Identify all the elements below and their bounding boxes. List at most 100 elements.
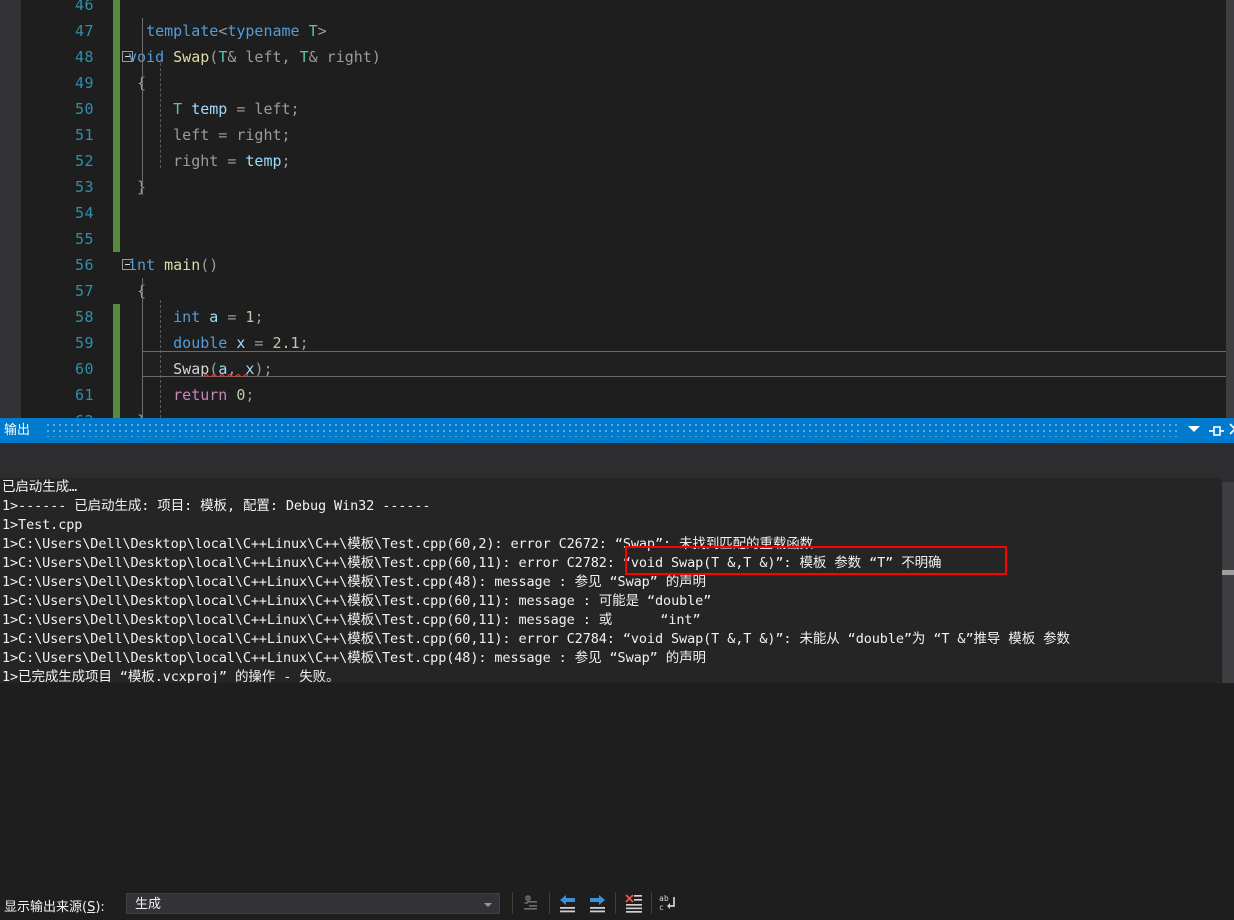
output-line[interactable]: 1>C:\Users\Dell\Desktop\local\C++Linux\C… bbox=[2, 630, 1070, 649]
code-line[interactable]: 49 { bbox=[21, 70, 1226, 96]
svg-text:c: c bbox=[659, 903, 664, 912]
code-text: int a = 1; bbox=[173, 308, 264, 326]
visual-studio-window: 46 47 template<typename T> 48 void Swap(T& … bbox=[0, 0, 1234, 915]
toggle-word-wrap-button[interactable]: ab c bbox=[656, 892, 680, 915]
code-text: } bbox=[128, 408, 146, 418]
output-line[interactable]: 1>已完成生成项目 “模板.vcxproj” 的操作 - 失败。 bbox=[2, 668, 1070, 683]
line-number: 48 bbox=[74, 48, 94, 66]
toolbar-separator bbox=[549, 892, 550, 914]
change-bar bbox=[113, 382, 120, 408]
code-text: int main() bbox=[128, 256, 219, 274]
change-bar bbox=[113, 96, 120, 122]
code-line[interactable]: 58 int a = 1; bbox=[21, 304, 1226, 330]
code-line[interactable]: 51 left = right; bbox=[21, 122, 1226, 148]
go-to-source-button[interactable] bbox=[518, 892, 542, 915]
output-source-value: 生成 bbox=[135, 897, 162, 912]
code-line[interactable]: 53 } bbox=[21, 174, 1226, 200]
red-highlight-box bbox=[625, 546, 1007, 575]
line-number: 46 bbox=[74, 0, 94, 14]
output-scrollbar-thumb[interactable] bbox=[1222, 570, 1234, 575]
fold-guide-line-swap bbox=[142, 25, 143, 195]
toolbar-separator bbox=[512, 892, 513, 914]
output-line[interactable]: 已启动生成… bbox=[2, 478, 1070, 497]
code-line[interactable]: 56 int main() bbox=[21, 252, 1226, 278]
output-window-dropdown-button[interactable] bbox=[1188, 426, 1200, 432]
code-line[interactable]: 57 { bbox=[21, 278, 1226, 304]
change-bar bbox=[113, 122, 120, 148]
code-text: left = right; bbox=[128, 126, 291, 144]
change-bar bbox=[113, 148, 120, 174]
change-bar bbox=[113, 0, 120, 18]
editor-left-margin bbox=[0, 0, 21, 418]
code-text: void Swap(T& left, T& right) bbox=[128, 48, 381, 66]
toolbar-separator bbox=[615, 892, 616, 914]
line-number: 50 bbox=[74, 100, 94, 118]
change-bar bbox=[113, 70, 120, 96]
change-bar bbox=[113, 44, 120, 70]
error-squiggle-icon bbox=[204, 373, 248, 377]
clear-output-button[interactable] bbox=[622, 892, 646, 915]
current-line-highlight bbox=[142, 351, 1234, 377]
editor-vertical-scrollbar[interactable] bbox=[1226, 0, 1234, 418]
fold-guide-stub-a bbox=[142, 18, 143, 26]
find-next-message-button[interactable] bbox=[586, 892, 610, 915]
line-number: 53 bbox=[74, 178, 94, 196]
change-bar bbox=[113, 200, 120, 226]
line-number: 59 bbox=[74, 334, 94, 352]
line-number: 49 bbox=[74, 74, 94, 92]
output-window-close-button[interactable] bbox=[1229, 423, 1234, 437]
line-number: 55 bbox=[74, 230, 94, 248]
code-text: { bbox=[128, 282, 147, 300]
code-line[interactable]: 62 } bbox=[21, 408, 1226, 418]
code-line[interactable]: 50 T temp = left; bbox=[21, 96, 1226, 122]
line-number: 58 bbox=[74, 308, 94, 326]
output-scrollbar-top-cap bbox=[1222, 478, 1234, 482]
change-bar bbox=[113, 330, 120, 356]
code-line[interactable]: 52 right = temp; bbox=[21, 148, 1226, 174]
editor-text-area[interactable]: 46 47 template<typename T> 48 void Swap(T& … bbox=[21, 0, 1234, 418]
code-line[interactable]: 46 bbox=[21, 0, 1226, 18]
output-window-grip bbox=[47, 424, 1177, 437]
code-text: T temp = left; bbox=[173, 100, 300, 118]
output-source-label-post: ): bbox=[95, 900, 109, 915]
fold-guide-line-main bbox=[142, 278, 143, 418]
code-text: } bbox=[128, 178, 147, 196]
indent-guide-swap bbox=[160, 63, 161, 168]
output-line[interactable]: 1>C:\Users\Dell\Desktop\local\C++Linux\C… bbox=[2, 611, 1070, 630]
output-window-pin-button[interactable] bbox=[1209, 424, 1224, 438]
find-previous-message-button[interactable] bbox=[556, 892, 580, 915]
output-line[interactable]: 1>C:\Users\Dell\Desktop\local\C++Linux\C… bbox=[2, 573, 1070, 592]
output-toolbar: 显示输出来源(S): 生成 ab c bbox=[0, 443, 1234, 915]
change-bar bbox=[113, 18, 120, 44]
change-bar bbox=[113, 304, 120, 330]
chevron-down-icon bbox=[484, 903, 492, 907]
code-text: template<typename T> bbox=[146, 22, 327, 40]
output-vertical-scrollbar[interactable] bbox=[1222, 478, 1234, 683]
line-number: 62 bbox=[21, 408, 94, 418]
change-bar bbox=[113, 356, 120, 382]
line-number: 57 bbox=[74, 282, 94, 300]
output-source-label-pre: 显示输出来源( bbox=[4, 900, 88, 915]
code-text: return 0; bbox=[173, 386, 255, 404]
output-line[interactable]: 1>C:\Users\Dell\Desktop\local\C++Linux\C… bbox=[2, 592, 1070, 611]
line-number: 52 bbox=[74, 152, 94, 170]
output-text-area[interactable]: 已启动生成… 1>------ 已启动生成: 项目: 模板, 配置: Debug … bbox=[0, 478, 1234, 683]
output-window-title: 输出 bbox=[4, 423, 31, 438]
toolbar-separator bbox=[651, 892, 652, 914]
output-source-label: 显示输出来源(S): bbox=[4, 896, 109, 915]
line-number: 47 bbox=[74, 22, 94, 40]
output-line[interactable]: 1>C:\Users\Dell\Desktop\local\C++Linux\C… bbox=[2, 649, 1070, 668]
code-line[interactable]: 48 void Swap(T& left, T& right) bbox=[21, 44, 1226, 70]
code-line[interactable]: 55 bbox=[21, 226, 1226, 252]
code-editor[interactable]: 46 47 template<typename T> 48 void Swap(T& … bbox=[0, 0, 1234, 418]
line-number: 61 bbox=[74, 386, 94, 404]
output-line-list: 已启动生成… 1>------ 已启动生成: 项目: 模板, 配置: Debug … bbox=[2, 478, 1070, 683]
code-line[interactable]: 47 template<typename T> bbox=[21, 18, 1226, 44]
output-line[interactable]: 1>Test.cpp bbox=[2, 516, 1070, 535]
code-line[interactable]: 61 return 0; bbox=[21, 382, 1226, 408]
code-line[interactable]: 54 bbox=[21, 200, 1226, 226]
change-bar bbox=[113, 174, 120, 200]
output-line[interactable]: 1>------ 已启动生成: 项目: 模板, 配置: Debug Win32 … bbox=[2, 497, 1070, 516]
change-bar bbox=[113, 408, 120, 418]
output-source-dropdown[interactable]: 生成 bbox=[126, 893, 500, 914]
